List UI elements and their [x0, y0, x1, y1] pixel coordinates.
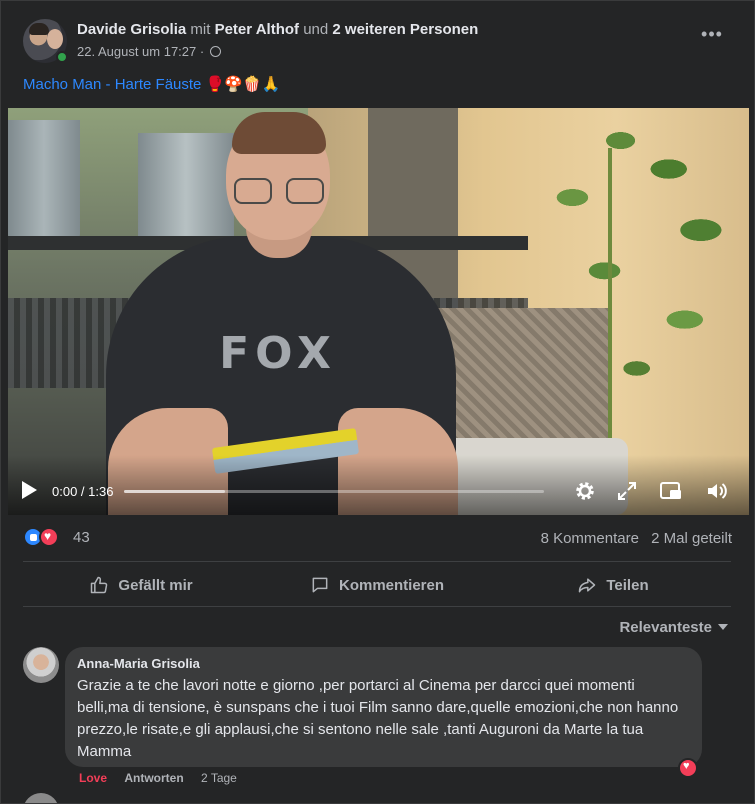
- comment-button[interactable]: Kommentieren: [259, 565, 495, 605]
- online-status-dot: [56, 51, 68, 63]
- post-timestamp[interactable]: 22. August um 17:27 ·: [77, 44, 204, 59]
- shirt-print: FOX: [219, 328, 337, 379]
- love-reaction-icon: [39, 527, 59, 547]
- play-icon[interactable]: [22, 481, 37, 499]
- post-caption[interactable]: Macho Man - Harte Fäuste 🥊🍄🍿🙏: [23, 75, 280, 93]
- comment-age[interactable]: 2 Tage: [201, 771, 237, 785]
- comment-bubble: Anna-Maria Grisolia Grazie a te che lavo…: [65, 647, 702, 767]
- tagged-person-link[interactable]: Peter Althof: [215, 21, 299, 38]
- gear-icon[interactable]: [573, 479, 597, 503]
- comment-count-link[interactable]: 8 Kommentare: [541, 530, 639, 547]
- volume-icon[interactable]: [705, 479, 729, 503]
- post-header: Davide Grisolia mit Peter Althof und 2 w…: [23, 19, 738, 65]
- comment-love-reaction-icon[interactable]: [678, 758, 698, 778]
- comment-reply-button[interactable]: Antworten: [124, 771, 183, 785]
- video-planter-left: [8, 120, 80, 240]
- video-buffer-bar: [124, 490, 225, 493]
- and-word: und: [303, 21, 329, 38]
- comment-sort-dropdown[interactable]: Relevanteste: [619, 619, 728, 636]
- with-word: mit: [190, 21, 211, 38]
- author-name-link[interactable]: Davide Grisolia: [77, 21, 186, 38]
- chevron-down-icon: [718, 624, 728, 630]
- video-player[interactable]: FOX 0:00 / 1:36: [8, 108, 749, 515]
- video-planter-right: [138, 133, 234, 243]
- reaction-count[interactable]: 43: [73, 529, 90, 546]
- globe-icon: [209, 46, 221, 57]
- commenter-avatar[interactable]: [23, 647, 59, 683]
- video-progress-bar[interactable]: [124, 490, 544, 493]
- comment-meta: Love Antworten 2 Tage: [79, 771, 237, 785]
- video-time: 0:00 / 1:36: [52, 484, 114, 499]
- comment-sort-label: Relevanteste: [619, 619, 712, 636]
- video-person-glasses: [234, 178, 324, 206]
- comment-love-button[interactable]: Love: [79, 771, 107, 785]
- more-options-button[interactable]: •••: [698, 25, 726, 47]
- picture-in-picture-icon[interactable]: [659, 479, 683, 503]
- comment-button-label: Kommentieren: [338, 576, 445, 594]
- post-meta: 22. August um 17:27 ·: [77, 44, 221, 59]
- video-person-hair: [232, 112, 326, 154]
- divider-bottom: [23, 606, 731, 607]
- divider-top: [23, 561, 731, 562]
- thumbs-up-icon: [91, 576, 108, 594]
- expand-icon[interactable]: [615, 479, 639, 503]
- like-button-label: Gefällt mir: [118, 576, 193, 594]
- share-button-label: Teilen: [606, 576, 649, 594]
- avatar-second-face: [47, 29, 63, 49]
- like-button[interactable]: Gefällt mir: [23, 565, 259, 605]
- next-commenter-avatar[interactable]: [23, 793, 59, 803]
- avatar-hair: [29, 23, 49, 35]
- post-actions: Gefällt mir Kommentieren Teilen: [23, 565, 731, 605]
- share-count-link[interactable]: 2 Mal geteilt: [651, 530, 732, 547]
- post-card: Davide Grisolia mit Peter Althof und 2 w…: [0, 0, 755, 804]
- commenter-name[interactable]: Anna-Maria Grisolia: [77, 656, 690, 671]
- share-button[interactable]: Teilen: [495, 565, 731, 605]
- comment-bubble-icon: [312, 577, 328, 593]
- post-stats: 8 Kommentare 2 Mal geteilt: [541, 530, 732, 547]
- share-arrow-icon: [579, 578, 596, 593]
- author-line: Davide Grisolia mit Peter Althof und 2 w…: [77, 21, 478, 38]
- comment-text: Grazie a te che lavori notte e giorno ,p…: [77, 677, 679, 760]
- others-link[interactable]: 2 weiteren Personen: [332, 21, 478, 38]
